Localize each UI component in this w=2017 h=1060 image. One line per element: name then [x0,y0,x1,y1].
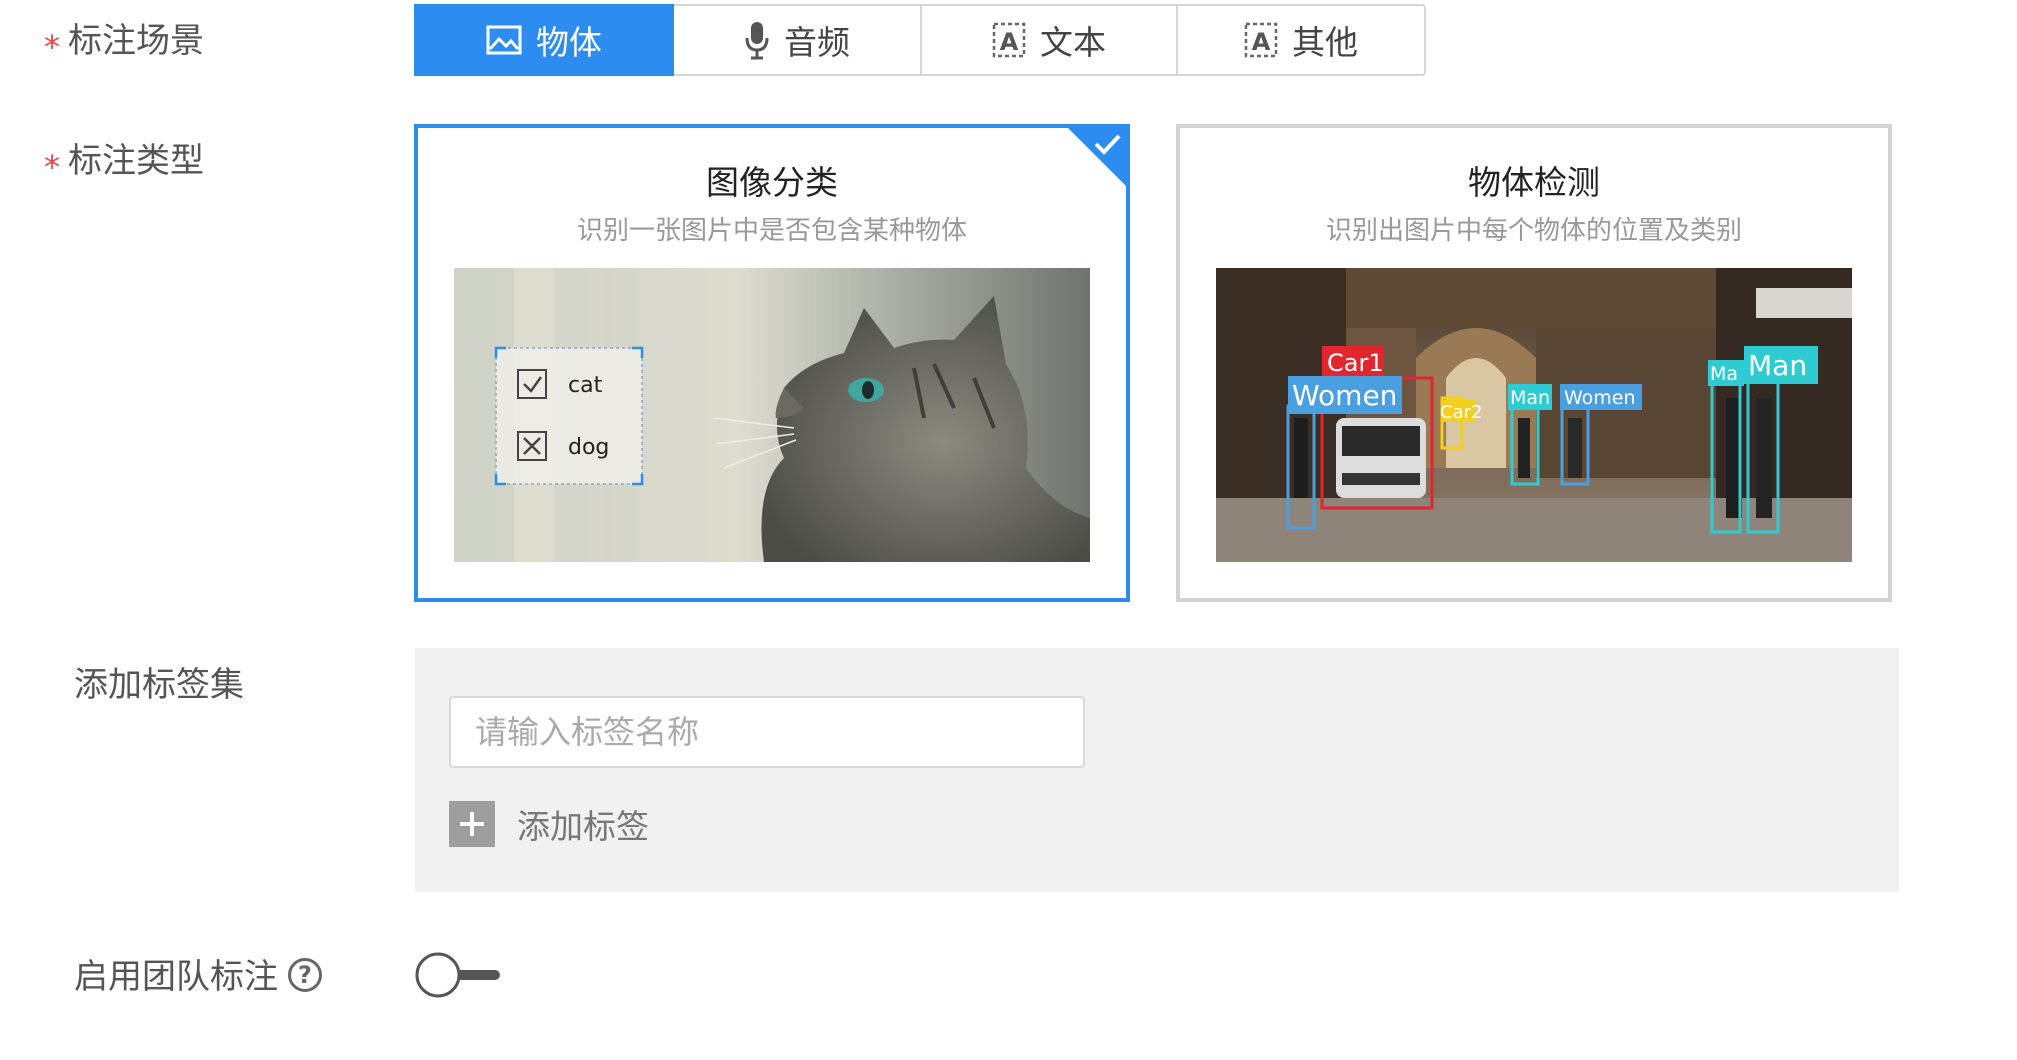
type-label: * 标注类型 [44,141,204,183]
team-label: 启用团队标注 [74,957,278,997]
text-icon: A [992,22,1026,58]
check-icon [1094,134,1121,155]
classification-example-image: cat dog [454,268,1090,562]
type-label-text: 标注类型 [68,141,204,181]
card-description: 识别一张图片中是否包含某种物体 [576,216,967,246]
box-label: Women [1564,387,1636,409]
tag-name-input[interactable] [449,696,1085,768]
scene-option-label: 其他 [1292,23,1358,62]
scene-option-object[interactable]: 物体 [414,4,674,76]
scene-option-other[interactable]: A 其他 [1178,6,1424,74]
help-icon[interactable]: ? [288,958,322,992]
scene-option-label: 文本 [1040,23,1106,62]
scene-option-label: 音频 [784,23,850,62]
cat-photo: cat dog [454,268,1090,562]
tagset-panel: 添加标签 [415,648,1899,892]
type-card-image-classification[interactable]: 图像分类 识别一张图片中是否包含某种物体 cat dog [414,124,1130,602]
tagset-label: 添加标签集 [74,665,244,705]
box-label: Man [1510,387,1550,409]
plus-icon [449,801,495,847]
scene-option-label: 物体 [536,23,602,62]
card-description: 识别出图片中每个物体的位置及类别 [1325,216,1742,246]
detection-example-image: Car1 Women Car2 Man Women Ma Man [1216,268,1852,562]
box-label: Car2 [1440,402,1482,423]
type-card-object-detection[interactable]: 物体检测 识别出图片中每个物体的位置及类别 Car1 Women Car2 Ma… [1176,124,1892,602]
box-label: Car1 [1327,349,1384,377]
box-label: Man [1748,349,1807,382]
scene-segmented-control: 物体 音频 A 文本 A 其他 [414,4,1426,76]
option-label-cat: cat [568,373,603,398]
image-icon [486,25,522,55]
scene-option-audio[interactable]: 音频 [674,6,922,74]
street-photo: Car1 Women Car2 Man Women Ma Man [1216,268,1852,562]
svg-text:A: A [1000,28,1019,56]
add-tag-button[interactable]: 添加标签 [449,800,649,848]
required-star: * [44,28,60,66]
scene-label-text: 标注场景 [68,21,204,61]
scene-label: * 标注场景 [44,21,204,63]
box-label: Ma [1710,363,1738,385]
text-icon: A [1244,22,1278,58]
card-title: 物体检测 [1468,163,1600,202]
svg-text:A: A [1252,28,1271,56]
add-tag-label: 添加标签 [517,807,649,846]
card-title: 图像分类 [706,163,838,202]
option-label-dog: dog [568,435,609,460]
scene-option-text[interactable]: A 文本 [922,6,1178,74]
required-star: * [44,148,60,186]
microphone-icon [745,22,769,60]
box-label: Women [1292,379,1397,412]
team-annotation-toggle[interactable] [414,950,504,1000]
